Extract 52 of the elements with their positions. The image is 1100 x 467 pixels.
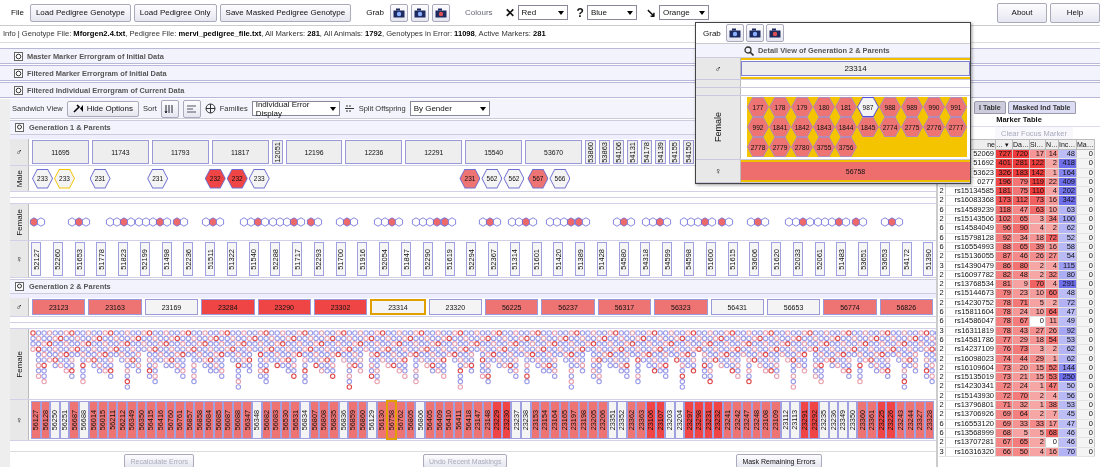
expand-icon bbox=[14, 51, 23, 61]
grab-label: Grab bbox=[365, 8, 385, 17]
globe-icon bbox=[204, 103, 216, 114]
expand-icon bbox=[14, 85, 23, 95]
hide-options-button[interactable]: Hide Options bbox=[66, 100, 139, 117]
caret-icon bbox=[479, 106, 486, 111]
camera-button[interactable] bbox=[765, 24, 784, 42]
grab-label: Grab bbox=[702, 28, 722, 38]
toolbar-button[interactable]: About bbox=[997, 2, 1047, 23]
female-symbol: ♀ bbox=[15, 415, 23, 425]
sort-columns-icon bbox=[164, 103, 176, 114]
female-label: Female bbox=[14, 208, 24, 236]
camera-button[interactable] bbox=[411, 3, 429, 22]
male-label: Male bbox=[14, 169, 24, 188]
colour-dropdown[interactable]: Red bbox=[517, 5, 568, 20]
male-symbol: ♂ bbox=[15, 147, 23, 157]
bulb-icon bbox=[15, 282, 24, 291]
caret-icon bbox=[626, 10, 633, 15]
error-symbol-label: ↘ bbox=[645, 5, 656, 20]
sort-rows-icon bbox=[186, 103, 198, 114]
colour-dropdown[interactable]: Orange bbox=[658, 5, 709, 20]
female-symbol: ♀ bbox=[714, 166, 722, 176]
female-label: Female bbox=[713, 112, 723, 143]
colours-label: Colours bbox=[464, 8, 494, 17]
camera-button[interactable] bbox=[432, 3, 450, 22]
split-dropdown[interactable]: By Gender bbox=[409, 101, 490, 116]
toolbar-button[interactable]: Load Pedigree Genotype bbox=[29, 3, 131, 22]
bulb-icon bbox=[15, 123, 24, 132]
file-label: File bbox=[10, 8, 25, 17]
camera-button[interactable] bbox=[745, 24, 764, 42]
toolbar-button[interactable]: Help bbox=[1050, 2, 1100, 23]
male-symbol: ♂ bbox=[714, 63, 722, 74]
female-symbol: ♀ bbox=[15, 254, 23, 264]
caret-icon bbox=[698, 10, 705, 15]
male-symbol: ♂ bbox=[15, 302, 23, 312]
father-cell[interactable]: 23314 bbox=[741, 61, 970, 76]
camera-button[interactable] bbox=[390, 3, 408, 22]
expand-icon bbox=[14, 68, 23, 78]
female-label: Female bbox=[14, 350, 24, 378]
caret-icon bbox=[329, 106, 336, 111]
error-symbol-label: ✕ bbox=[504, 5, 515, 20]
families-dropdown[interactable]: Individual Error Display bbox=[251, 101, 340, 116]
wrench-icon bbox=[72, 104, 84, 113]
split-icon bbox=[343, 103, 355, 114]
error-symbol-label: ? bbox=[576, 5, 584, 20]
sort-down-button[interactable] bbox=[160, 99, 179, 118]
colour-dropdown[interactable]: Blue bbox=[586, 5, 637, 20]
zoom-icon bbox=[744, 45, 754, 56]
camera-button[interactable] bbox=[725, 24, 744, 42]
caret-icon bbox=[557, 10, 564, 15]
toolbar-button[interactable]: Load Pedigree Only bbox=[133, 3, 217, 22]
toolbar-button[interactable]: Save Masked Pedigree Genotype bbox=[219, 3, 352, 22]
